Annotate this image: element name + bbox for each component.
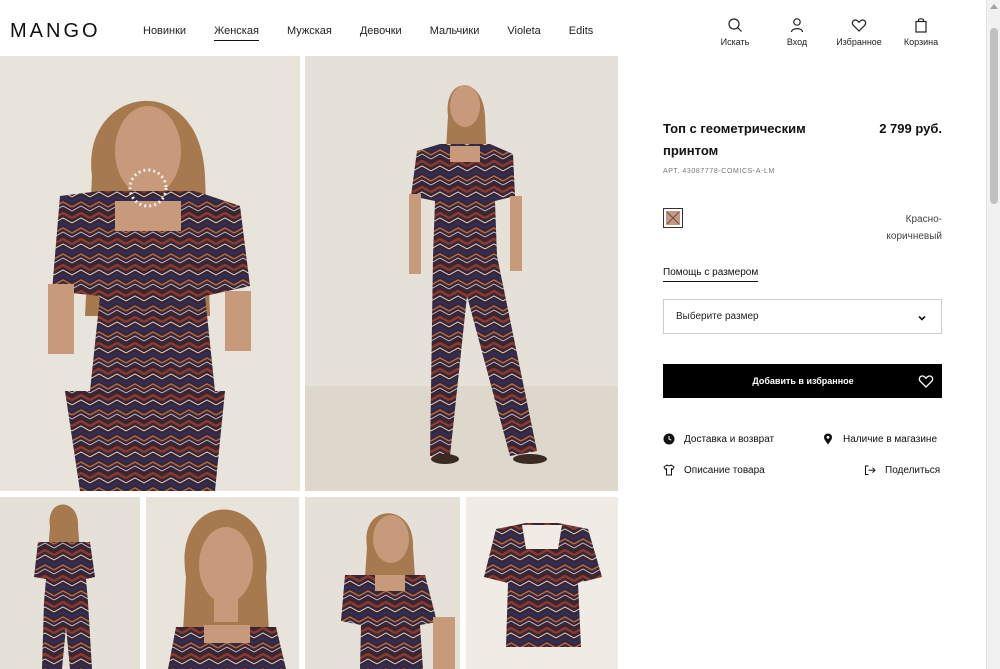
- heart-icon: [851, 19, 867, 32]
- location-pin-icon: [824, 433, 832, 445]
- color-name: Красно-коричневый: [886, 214, 942, 242]
- size-help-link[interactable]: Помощь с размером: [663, 267, 759, 282]
- store-availability-link[interactable]: Наличие в магазине: [822, 433, 937, 445]
- size-select[interactable]: Выберите размер: [663, 299, 942, 334]
- nav-item-edits[interactable]: Edits: [569, 25, 593, 41]
- scroll-up-arrow-icon[interactable]: [990, 4, 998, 9]
- product-title: Топ с геометрическим принтом: [663, 121, 806, 158]
- color-swatch[interactable]: [663, 208, 683, 228]
- nav-item-girls[interactable]: Девочки: [360, 25, 402, 41]
- cross-icon: [666, 211, 680, 225]
- product-photo-main[interactable]: [0, 56, 300, 491]
- favorites-label: Избранное: [836, 37, 882, 47]
- clock-icon: [663, 433, 675, 445]
- product-description-link[interactable]: Описание товара: [663, 464, 765, 476]
- delivery-returns-link[interactable]: Доставка и возврат: [663, 433, 774, 445]
- search-icon: [728, 18, 742, 32]
- product-photo-back[interactable]: [0, 497, 140, 669]
- search-button[interactable]: Искать: [704, 17, 766, 47]
- delivery-returns-label: Доставка и возврат: [684, 433, 775, 445]
- tshirt-icon: [663, 464, 675, 476]
- user-icon: [790, 18, 804, 33]
- share-icon: [865, 465, 876, 475]
- product-photo-full-body[interactable]: [305, 56, 618, 491]
- product-price: 2 799 руб.: [879, 121, 942, 136]
- size-select-placeholder: Выберите размер: [676, 311, 759, 322]
- brand-logo[interactable]: MANGO: [10, 20, 101, 43]
- product-description-label: Описание товара: [684, 464, 765, 476]
- nav-item-boys[interactable]: Мальчики: [430, 25, 480, 41]
- chevron-down-icon: [918, 315, 926, 321]
- main-nav: Новинки Женская Мужская Девочки Мальчики…: [143, 25, 621, 41]
- product-photo-portrait[interactable]: [146, 497, 299, 669]
- shopping-bag-icon: [915, 18, 927, 33]
- nav-item-violeta[interactable]: Violeta: [507, 25, 540, 41]
- header-actions: Искать Вход Избранное Корзина: [704, 17, 952, 47]
- product-photo-flatlay[interactable]: [466, 497, 618, 669]
- cart-button[interactable]: Корзина: [890, 17, 952, 47]
- store-availability-label: Наличие в магазине: [843, 433, 937, 445]
- add-button-label: Добавить в избранное: [752, 376, 854, 386]
- add-to-favorites-button[interactable]: Добавить в избранное: [663, 364, 942, 398]
- scroll-thumb[interactable]: [990, 28, 998, 204]
- share-label: Поделиться: [885, 464, 941, 476]
- heart-icon: [918, 375, 934, 388]
- nav-item-men[interactable]: Мужская: [287, 25, 332, 41]
- color-swatch-fill: [666, 211, 680, 225]
- product-photo-seated[interactable]: [305, 497, 460, 669]
- product-reference: АРТ. 43087778-COMICS-A-LM: [663, 168, 775, 175]
- login-label: Вход: [786, 37, 808, 47]
- nav-item-new[interactable]: Новинки: [143, 25, 186, 41]
- cart-label: Корзина: [903, 37, 939, 47]
- nav-item-women[interactable]: Женская: [214, 25, 259, 41]
- login-button[interactable]: Вход: [766, 17, 828, 47]
- favorites-button[interactable]: Избранное: [828, 17, 890, 47]
- site-header: MANGO Новинки Женская Мужская Девочки Ма…: [0, 0, 986, 56]
- page-scrollbar[interactable]: [986, 0, 1000, 669]
- share-link[interactable]: Поделиться: [864, 464, 940, 476]
- search-label: Искать: [720, 37, 750, 47]
